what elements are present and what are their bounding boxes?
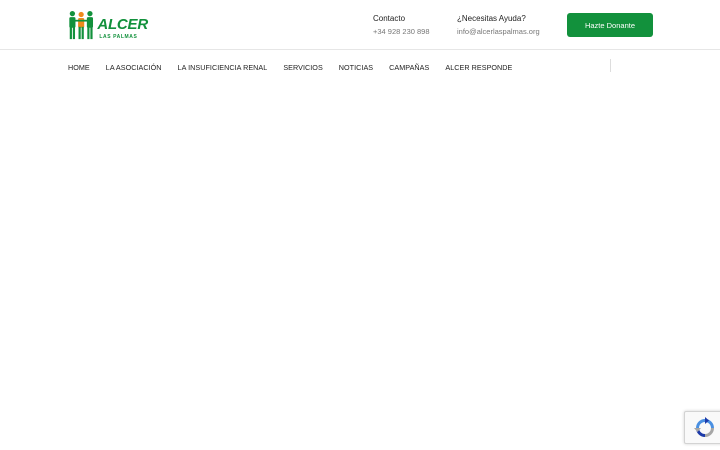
- logo-word: ALCER: [97, 16, 148, 33]
- nav-item-home[interactable]: HOME: [68, 63, 90, 72]
- nav-item-asociacion[interactable]: LA ASOCIACIÓN: [106, 63, 162, 72]
- nav-item-servicios[interactable]: SERVICIOS: [283, 63, 322, 72]
- site-header: ALCER LAS PALMAS Contacto +34 928 230 89…: [0, 0, 720, 50]
- logo-text: ALCER LAS PALMAS: [97, 8, 148, 40]
- donate-button[interactable]: Hazte Donante: [567, 13, 653, 37]
- logo-subtitle: LAS PALMAS: [99, 34, 138, 40]
- nav-item-insuficiencia-renal[interactable]: LA INSUFICIENCIA RENAL: [178, 63, 268, 72]
- main-nav: HOME LA ASOCIACIÓN LA INSUFICIENCIA RENA…: [68, 61, 528, 73]
- nav-divider: [610, 59, 611, 72]
- contact-info: Contacto +34 928 230 898: [373, 14, 430, 37]
- contact-phone[interactable]: +34 928 230 898: [373, 27, 430, 37]
- site-logo[interactable]: ALCER LAS PALMAS: [68, 8, 148, 43]
- help-email[interactable]: info@alcerlaspalmas.org: [457, 27, 540, 37]
- recaptcha-icon: [693, 416, 714, 437]
- nav-item-campanas[interactable]: CAMPAÑAS: [389, 63, 429, 72]
- recaptcha-badge[interactable]: [684, 411, 720, 444]
- logo-figures-icon: [69, 11, 94, 40]
- help-info: ¿Necesitas Ayuda? info@alcerlaspalmas.or…: [457, 14, 540, 37]
- contact-title: Contacto: [373, 14, 406, 23]
- nav-item-noticias[interactable]: NOTICIAS: [339, 63, 373, 72]
- help-title: ¿Necesitas Ayuda?: [457, 14, 526, 23]
- nav-item-alcer-responde[interactable]: ALCER RESPONDE: [445, 63, 512, 72]
